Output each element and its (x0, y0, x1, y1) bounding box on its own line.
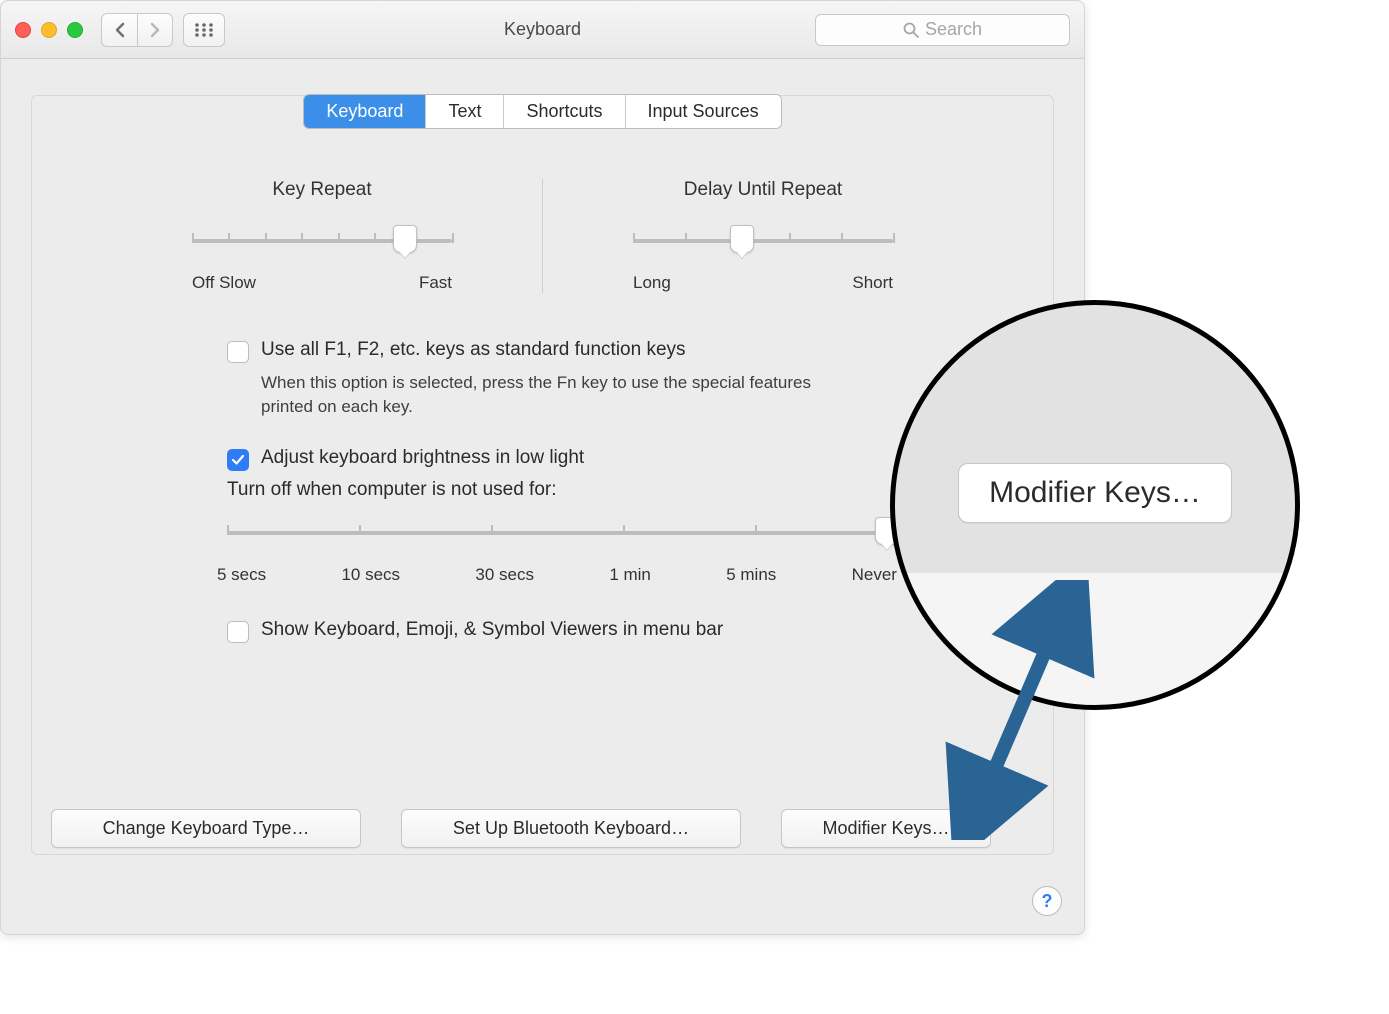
idle-label-5: Never (852, 565, 897, 585)
forward-button[interactable] (137, 13, 173, 47)
delay-right-label: Short (852, 273, 893, 293)
key-repeat-left-label: Off Slow (192, 273, 256, 293)
idle-label-2: 30 secs (475, 565, 534, 585)
fn-keys-sub: When this option is selected, press the … (261, 371, 831, 419)
tab-text[interactable]: Text (426, 95, 504, 128)
search-placeholder: Search (925, 19, 982, 40)
tab-input-sources[interactable]: Input Sources (626, 95, 781, 128)
key-repeat-right-label: Fast (419, 273, 452, 293)
back-button[interactable] (101, 13, 137, 47)
key-repeat-title: Key Repeat (192, 179, 452, 201)
brightness-label: Adjust keyboard brightness in low light (261, 447, 584, 469)
tab-keyboard[interactable]: Keyboard (304, 95, 426, 128)
close-window[interactable] (15, 22, 31, 38)
window-controls (15, 22, 83, 38)
change-keyboard-type-button[interactable]: Change Keyboard Type… (51, 809, 361, 848)
zoom-window[interactable] (67, 22, 83, 38)
show-all-button[interactable] (183, 13, 225, 47)
nav-back-forward (101, 13, 173, 47)
setup-bluetooth-button[interactable]: Set Up Bluetooth Keyboard… (401, 809, 741, 848)
turnoff-label: Turn off when computer is not used for: (227, 479, 887, 501)
titlebar: Keyboard Search (1, 1, 1084, 59)
tab-bar: Keyboard Text Shortcuts Input Sources (303, 94, 781, 129)
search-input[interactable]: Search (815, 14, 1070, 46)
tab-shortcuts[interactable]: Shortcuts (504, 95, 625, 128)
delay-repeat-block: Delay Until Repeat Long Short (633, 179, 893, 293)
search-icon (903, 22, 919, 38)
idle-label-1: 10 secs (341, 565, 400, 585)
fn-keys-checkbox[interactable] (227, 341, 249, 363)
delay-left-label: Long (633, 273, 671, 293)
callout-magnifier: Modifier Keys… (890, 300, 1300, 710)
key-repeat-slider[interactable] (192, 229, 452, 259)
slider-divider (542, 179, 543, 293)
delay-repeat-slider[interactable] (633, 229, 893, 259)
minimize-window[interactable] (41, 22, 57, 38)
idle-label-4: 5 mins (726, 565, 776, 585)
show-viewers-label: Show Keyboard, Emoji, & Symbol Viewers i… (261, 619, 723, 641)
delay-repeat-title: Delay Until Repeat (633, 179, 893, 201)
idle-label-3: 1 min (609, 565, 651, 585)
idle-slider[interactable] (227, 521, 887, 551)
show-viewers-checkbox[interactable] (227, 621, 249, 643)
modifier-keys-button[interactable]: Modifier Keys… (781, 809, 991, 848)
idle-label-0: 5 secs (217, 565, 266, 585)
key-repeat-block: Key Repeat Off Slow Fast (192, 179, 452, 293)
help-button[interactable]: ? (1032, 886, 1062, 916)
brightness-checkbox[interactable] (227, 449, 249, 471)
idle-slider-labels: 5 secs 10 secs 30 secs 1 min 5 mins Neve… (217, 565, 897, 585)
callout-modifier-keys-button: Modifier Keys… (958, 463, 1232, 523)
fn-keys-label: Use all F1, F2, etc. keys as standard fu… (261, 339, 686, 361)
